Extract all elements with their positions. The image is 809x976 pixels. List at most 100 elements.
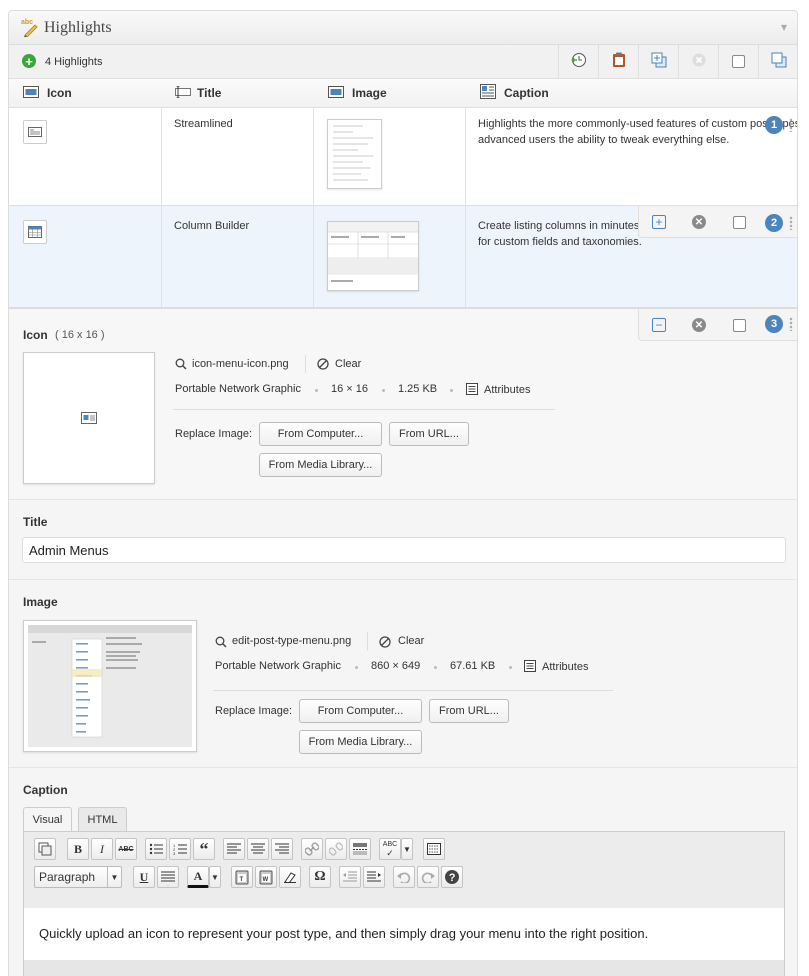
title-input[interactable]: Admin Menus	[22, 537, 786, 563]
row-select[interactable]	[719, 309, 759, 341]
clear-icon[interactable]	[379, 636, 391, 651]
row-checkbox[interactable]	[732, 318, 746, 332]
underline-button[interactable]: U	[133, 866, 155, 888]
collapse-toggle-icon[interactable]: ▾	[781, 20, 787, 34]
row-number-badge: 2	[765, 214, 783, 232]
align-center-icon[interactable]	[247, 838, 269, 860]
icon-replace-label: Replace Image:	[175, 428, 253, 440]
icon-from-computer-button[interactable]: From Computer...	[259, 422, 382, 446]
svg-text:?: ?	[449, 872, 456, 884]
icon-preview[interactable]	[23, 352, 155, 484]
strikethrough-button[interactable]: ABC	[115, 838, 137, 860]
column-icon[interactable]: Icon	[23, 79, 72, 107]
column-image[interactable]: Image	[328, 79, 387, 107]
numbered-list-icon[interactable]: 123	[169, 838, 191, 860]
copy-button[interactable]	[758, 45, 797, 78]
drag-handle-icon[interactable]	[789, 118, 793, 132]
format-select[interactable]: Paragraph ▼	[34, 866, 122, 888]
image-from-media-button[interactable]: From Media Library...	[299, 730, 422, 754]
column-caption-label: Caption	[504, 86, 549, 100]
more-tag-icon[interactable]	[349, 838, 371, 860]
link-icon[interactable]	[301, 838, 323, 860]
row-select[interactable]	[719, 206, 759, 238]
unlink-icon[interactable]	[325, 838, 347, 860]
tab-html[interactable]: HTML	[78, 807, 127, 831]
fullscreen-icon[interactable]	[423, 838, 445, 860]
image-preview[interactable]	[23, 620, 197, 752]
paste-word-icon[interactable]: W	[255, 866, 277, 888]
title-field-label: Title	[23, 515, 48, 529]
row-title: Column Builder	[174, 220, 250, 232]
align-right-icon[interactable]	[271, 838, 293, 860]
delete-row-button[interactable]: ✕	[679, 206, 719, 238]
panel-header[interactable]: abc Highlights ▾	[9, 11, 797, 45]
editor-toolbar: B I ABC 123 “ ABC✓ ▼ Paragraph ▼ U A ▼	[24, 832, 784, 908]
row-icon-thumb[interactable]	[23, 120, 47, 144]
blockquote-button[interactable]: “	[193, 838, 215, 860]
image-from-url-button[interactable]: From URL...	[429, 699, 509, 723]
editor-content[interactable]: Quickly upload an icon to represent your…	[24, 908, 784, 960]
bullet-list-icon[interactable]	[145, 838, 167, 860]
restore-button[interactable]	[558, 45, 598, 78]
italic-button[interactable]: I	[91, 838, 113, 860]
text-color-dropdown-icon[interactable]: ▼	[209, 866, 221, 888]
duplicate-button[interactable]	[638, 45, 678, 78]
image-attributes-link[interactable]: Attributes	[542, 661, 588, 673]
chevron-down-icon: ▼	[107, 867, 121, 887]
clear-icon[interactable]	[317, 358, 329, 373]
clipboard-button[interactable]	[598, 45, 638, 78]
spellcheck-dropdown-icon[interactable]: ▼	[401, 838, 413, 860]
drag-handle-icon[interactable]	[789, 317, 793, 331]
collapse-row-button[interactable]: −	[639, 309, 679, 341]
column-title-label: Title	[197, 86, 222, 100]
eraser-icon[interactable]	[279, 866, 301, 888]
row-icon-thumb[interactable]	[23, 220, 47, 244]
paste-text-icon[interactable]: T	[231, 866, 253, 888]
delete-row-button[interactable]: ✕	[679, 309, 719, 341]
column-title[interactable]: Title	[175, 79, 221, 107]
delete-all-button[interactable]	[678, 45, 718, 78]
table-row[interactable]: Column Builder Create listing columns in…	[9, 205, 797, 307]
align-left-icon[interactable]	[223, 838, 245, 860]
outdent-icon[interactable]	[339, 866, 361, 888]
justify-icon[interactable]	[157, 866, 179, 888]
svg-text:3: 3	[173, 851, 176, 855]
icon-clear-link[interactable]: Clear	[335, 358, 361, 370]
image-clear-link[interactable]: Clear	[398, 635, 424, 647]
redo-icon[interactable]	[417, 866, 439, 888]
add-highlight-icon[interactable]: +	[22, 54, 36, 68]
image-filename[interactable]: edit-post-type-menu.png	[232, 635, 351, 647]
help-icon[interactable]: ?	[441, 866, 463, 888]
attributes-icon	[524, 660, 536, 675]
special-char-button[interactable]: Ω	[309, 866, 331, 888]
expand-row-button[interactable]: +	[639, 206, 679, 238]
select-all-checkbox[interactable]	[732, 55, 745, 68]
row-checkbox[interactable]	[732, 215, 746, 229]
undo-icon[interactable]	[393, 866, 415, 888]
icon-filename[interactable]: icon-menu-icon.png	[192, 358, 289, 370]
list-toolbar: + 4 Highlights	[9, 45, 797, 79]
text-color-button[interactable]: A	[187, 866, 209, 888]
icon-from-media-button[interactable]: From Media Library...	[259, 453, 382, 477]
spellcheck-button[interactable]: ABC ✓	[379, 838, 401, 860]
image-from-computer-button[interactable]: From Computer...	[299, 699, 422, 723]
image-dimensions: 860 × 649	[371, 660, 421, 672]
bold-button[interactable]: B	[67, 838, 89, 860]
row-image-thumb[interactable]	[327, 119, 382, 189]
zoom-icon[interactable]	[215, 636, 227, 651]
drag-handle-icon[interactable]	[789, 216, 793, 230]
image-field-section: Image edit-post-type-menu.png Clear Port…	[9, 579, 797, 767]
zoom-icon[interactable]	[175, 358, 187, 373]
plus-icon: +	[652, 215, 666, 229]
column-caption[interactable]: Caption	[480, 79, 549, 107]
kitchen-sink-icon[interactable]	[34, 838, 56, 860]
row-image-thumb[interactable]	[327, 221, 419, 291]
icon-filetype: Portable Network Graphic	[175, 383, 301, 395]
icon-attributes-link[interactable]: Attributes	[484, 384, 530, 396]
indent-icon[interactable]	[363, 866, 385, 888]
delete-icon: ✕	[692, 318, 706, 332]
icon-from-url-button[interactable]: From URL...	[389, 422, 469, 446]
select-all-toggle[interactable]	[718, 45, 758, 78]
table-row[interactable]: Streamlined Highlights the more commonly…	[9, 107, 797, 205]
tab-visual[interactable]: Visual	[23, 807, 72, 831]
